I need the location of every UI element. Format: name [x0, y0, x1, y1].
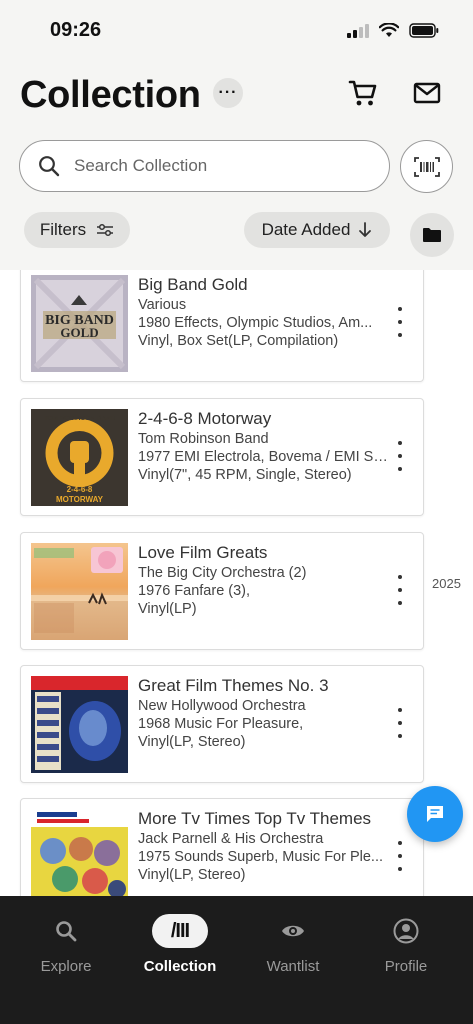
release-artist: Various: [138, 297, 187, 313]
search-bar: [19, 140, 390, 192]
nav-collection-label: Collection: [143, 958, 217, 975]
album-cover: [31, 543, 128, 640]
release-list: BIG BAND GOLD Big Band Gold Various 1980…: [0, 270, 473, 896]
release-artist: Jack Parnell & His Orchestra: [138, 831, 324, 847]
folder-button[interactable]: [410, 213, 454, 257]
release-menu-button[interactable]: [393, 841, 407, 871]
status-bar: 09:26: [0, 0, 473, 62]
sliders-icon: [97, 223, 114, 237]
status-icons: [347, 22, 439, 38]
album-cover: BIG BAND GOLD: [31, 275, 128, 372]
nav-profile-label: Profile: [384, 958, 428, 975]
barcode-icon: [413, 156, 440, 177]
release-card[interactable]: Love Film Greats The Big City Orchestra …: [20, 532, 424, 650]
release-title: 2-4-6-8 Motorway: [138, 409, 272, 428]
release-menu-button[interactable]: [393, 575, 407, 605]
filters-label: Filters: [39, 220, 87, 239]
nav-explore-label: Explore: [40, 958, 92, 975]
cart-icon[interactable]: [347, 77, 379, 109]
release-artist: New Hollywood Orchestra: [138, 698, 306, 714]
cover-text-band: TOM ROBINSON BAND: [44, 415, 116, 422]
release-artist: The Big City Orchestra (2): [138, 565, 307, 581]
release-artist: Tom Robinson Band: [138, 431, 269, 447]
release-title: Love Film Greats: [138, 543, 268, 562]
release-details: 1977 EMI Electrola, Bovema / EMI St...: [138, 449, 388, 465]
collection-icon: /III: [170, 919, 190, 942]
cover-text-gold: GOLD: [60, 325, 98, 340]
signal-icon: [347, 22, 369, 38]
chat-icon: [427, 806, 443, 822]
release-card[interactable]: TOM ROBINSON BAND 2-4-6-8 MOTORWAY 2-4-6…: [20, 398, 424, 516]
release-details: 1980 Effects, Olympic Studios, Am...: [138, 315, 373, 331]
release-title: Great Film Themes No. 3: [138, 676, 329, 695]
release-format: Vinyl(LP): [138, 601, 197, 617]
more-options-button[interactable]: ···: [213, 78, 243, 108]
release-title: Big Band Gold: [138, 275, 248, 294]
battery-icon: [409, 22, 439, 38]
album-cover: [31, 809, 128, 896]
album-cover: [31, 676, 128, 773]
release-menu-button[interactable]: [393, 307, 407, 337]
filters-button[interactable]: Filters: [24, 212, 130, 248]
eye-icon: [282, 925, 304, 937]
release-format: Vinyl(LP, Stereo): [138, 867, 246, 883]
nav-collection[interactable]: /III Collection: [121, 914, 239, 975]
release-menu-button[interactable]: [393, 708, 407, 738]
cover-text-motorway: MOTORWAY: [56, 495, 104, 504]
barcode-scan-button[interactable]: [400, 140, 453, 193]
profile-icon: [393, 918, 419, 944]
search-icon: [56, 921, 77, 942]
page-title: Collection: [20, 74, 201, 116]
chat-fab-button[interactable]: [407, 786, 463, 842]
release-card[interactable]: Great Film Themes No. 3 New Hollywood Or…: [20, 665, 424, 783]
folder-icon: [423, 228, 441, 242]
release-title: More Tv Times Top Tv Themes: [138, 809, 372, 828]
album-cover: TOM ROBINSON BAND 2-4-6-8 MOTORWAY: [31, 409, 128, 506]
release-details: 1975 Sounds Superb, Music For Ple...: [138, 849, 384, 865]
search-icon: [39, 156, 60, 177]
bottom-nav: Explore /III Collection Wantlist Profile: [0, 896, 473, 1024]
wifi-icon: [379, 22, 399, 37]
release-menu-button[interactable]: [393, 441, 407, 471]
nav-wantlist-label: Wantlist: [266, 958, 320, 975]
release-card[interactable]: BIG BAND GOLD Big Band Gold Various 1980…: [20, 270, 424, 382]
release-details: 1976 Fanfare (3),: [138, 583, 251, 599]
search-input[interactable]: [74, 156, 364, 176]
release-card[interactable]: More Tv Times Top Tv Themes Jack Parnell…: [20, 798, 424, 896]
release-format: Vinyl(7", 45 RPM, Single, Stereo): [138, 467, 352, 483]
sort-label: Date Added: [261, 220, 351, 239]
status-time: 09:26: [50, 19, 102, 41]
release-details: 1968 Music For Pleasure,: [138, 716, 304, 732]
arrow-down-icon: [359, 222, 372, 237]
mail-icon[interactable]: [411, 77, 443, 109]
nav-profile[interactable]: Profile: [347, 914, 465, 975]
year-scroll-marker: 2025: [432, 576, 461, 591]
nav-wantlist[interactable]: Wantlist: [234, 914, 352, 975]
cover-text-2468: 2-4-6-8: [67, 485, 93, 494]
collection-header: Collection ··· Filters: [0, 62, 473, 270]
sort-button[interactable]: Date Added: [244, 212, 390, 248]
nav-explore[interactable]: Explore: [7, 914, 125, 975]
release-format: Vinyl, Box Set(LP, Compilation): [138, 333, 339, 349]
release-format: Vinyl(LP, Stereo): [138, 734, 246, 750]
